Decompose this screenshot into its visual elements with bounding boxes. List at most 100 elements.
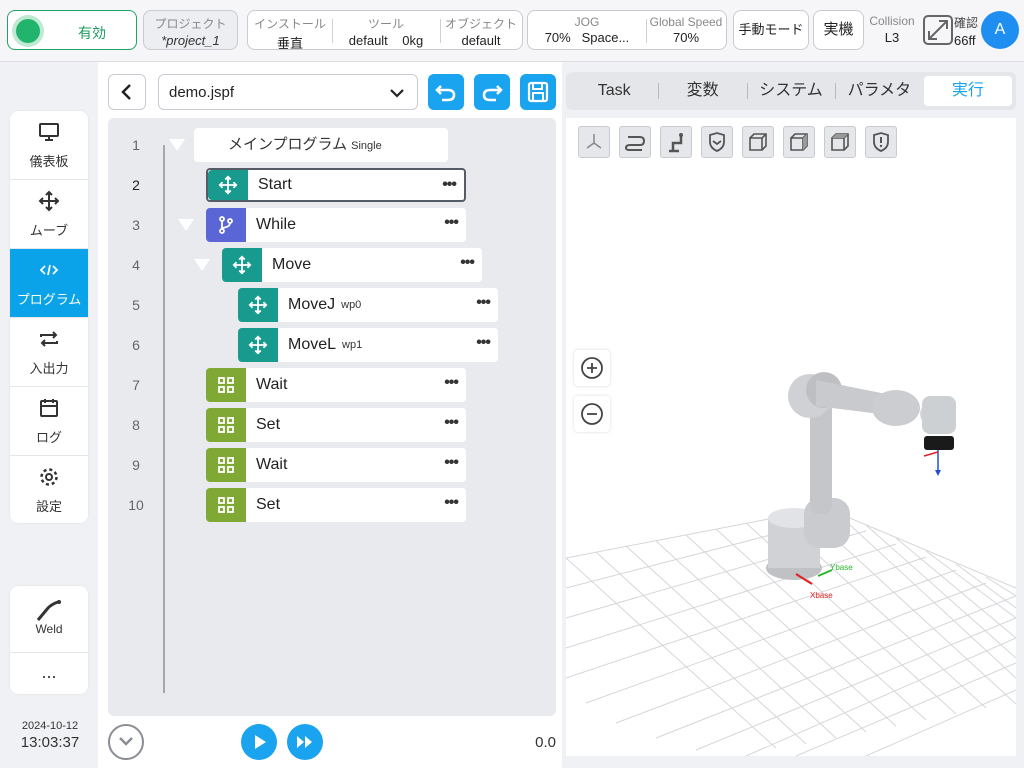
tool-label: ツール	[367, 17, 404, 31]
more-options-icon[interactable]: •••	[444, 374, 459, 392]
nav-item-dashboard[interactable]: 儀表板	[10, 111, 88, 180]
redo-button[interactable]	[474, 74, 510, 110]
file-select[interactable]: demo.jspf	[158, 74, 418, 110]
more-options-icon[interactable]: •••	[444, 494, 459, 512]
jog-value: 70% Space...	[528, 30, 646, 45]
line-number: 8	[132, 417, 140, 433]
view-iso-button[interactable]	[578, 126, 610, 158]
node-movej[interactable]: MoveJ wp0 •••	[238, 288, 498, 322]
nav-label: 設定	[35, 499, 62, 514]
more-options-icon[interactable]: •••	[476, 334, 491, 352]
tool-cell[interactable]: ツール default 0kg	[332, 11, 440, 49]
robot-lower-arm	[810, 386, 832, 514]
weld-label: Weld	[35, 622, 63, 636]
step-button[interactable]	[287, 724, 323, 760]
object-cell[interactable]: オブジェクト default	[440, 11, 522, 49]
node-label: Wait	[256, 456, 288, 473]
node-wait[interactable]: Wait •••	[206, 448, 466, 482]
view-front-button[interactable]	[742, 126, 774, 158]
node-movel[interactable]: MoveL wp1 •••	[238, 328, 498, 362]
enable-toggle[interactable]: 有効	[7, 10, 137, 50]
view-robot-button[interactable]	[660, 126, 692, 158]
tab-variables[interactable]: 変数	[658, 76, 746, 106]
view-safety-button[interactable]	[865, 126, 897, 158]
play-button[interactable]	[241, 724, 277, 760]
jog-cell[interactable]: JOG 70% Space...	[528, 11, 646, 49]
line-number: 1	[132, 137, 140, 153]
3d-viewport[interactable]: Xbase Ybase	[566, 118, 1016, 756]
tree-row: 4 Move •••	[108, 248, 556, 282]
view-top-button[interactable]	[824, 126, 856, 158]
node-set[interactable]: Set •••	[206, 488, 466, 522]
node-label: While	[256, 216, 297, 233]
main-program-node[interactable]: メインプログラム Single	[194, 128, 448, 162]
node-while[interactable]: While •••	[206, 208, 466, 242]
nav-item-move[interactable]: ムーブ	[10, 180, 88, 249]
view-side-button[interactable]	[783, 126, 815, 158]
project-label: プロジェクト	[154, 17, 227, 31]
nav-item-settings[interactable]: 設定	[10, 456, 88, 523]
nav-item-log[interactable]: ログ	[10, 387, 88, 456]
zoom-out-button[interactable]	[574, 396, 610, 432]
tab-parameters[interactable]: パラメタ	[835, 76, 923, 106]
branch-icon	[206, 208, 246, 242]
chevron-down-circle-icon	[119, 737, 133, 746]
expand-icon[interactable]	[923, 15, 953, 45]
tree-row: 9 Wait •••	[108, 448, 556, 482]
collapse-caret-icon[interactable]	[194, 259, 210, 271]
tree-row: 1 メインプログラム Single	[108, 128, 556, 162]
node-label: Set	[256, 416, 281, 433]
undo-button[interactable]	[428, 74, 464, 110]
confirm-label: 確認	[954, 16, 979, 30]
jog-speed-group[interactable]: JOG 70% Space... Global Speed 70%	[527, 10, 727, 50]
node-set[interactable]: Set •••	[206, 408, 466, 442]
node-start[interactable]: Start •••	[206, 168, 466, 202]
confirm-info: 確認 66ff	[954, 14, 984, 48]
nav-item-io[interactable]: 入出力	[10, 318, 88, 387]
object-label: オブジェクト	[444, 17, 517, 31]
collapse-caret-icon[interactable]	[178, 219, 194, 231]
jog-percent: 70%	[544, 30, 571, 45]
nav-item-program[interactable]: プログラム	[10, 249, 88, 318]
view-path-button[interactable]	[619, 126, 651, 158]
tab-system[interactable]: システム	[746, 76, 835, 106]
node-label: MoveL	[288, 336, 337, 353]
global-speed-cell[interactable]: Global Speed 70%	[646, 11, 726, 49]
waypoint-label: wp1	[342, 339, 363, 351]
install-tool-object-group[interactable]: インストール 垂直 ツール default 0kg オブジェクト default	[247, 10, 523, 51]
view-shield-button[interactable]	[701, 126, 733, 158]
project-selector[interactable]: プロジェクト *project_1	[143, 10, 238, 50]
tree-row: 5 MoveJ wp0 •••	[108, 288, 556, 322]
fast-forward-icon	[297, 736, 312, 748]
scroll-down-button[interactable]	[108, 724, 144, 760]
node-wait[interactable]: Wait •••	[206, 368, 466, 402]
back-button[interactable]	[108, 74, 146, 110]
more-options-icon[interactable]: •••	[444, 214, 459, 232]
manual-mode-button[interactable]: 手動モード	[733, 10, 809, 50]
tab-run[interactable]: 実行	[923, 76, 1013, 106]
collision-label: Collision	[869, 14, 915, 28]
file-name: demo.jspf	[169, 84, 235, 101]
weld-button[interactable]: Weld	[10, 586, 88, 653]
zoom-in-icon	[581, 357, 603, 379]
more-options-icon[interactable]: •••	[444, 414, 459, 432]
tree-row: 3 While •••	[108, 208, 556, 242]
tree-row: 6 MoveL wp1 •••	[108, 328, 556, 362]
install-cell[interactable]: インストール 垂直	[248, 11, 332, 51]
more-options-icon[interactable]: •••	[444, 454, 459, 472]
collapse-caret-icon[interactable]	[169, 139, 185, 151]
collision-level[interactable]: Collision L3	[868, 14, 916, 45]
save-button[interactable]	[520, 74, 556, 110]
real-machine-button[interactable]: 実機	[813, 10, 864, 50]
more-nav-button[interactable]: ...	[10, 653, 88, 691]
speed-value: 0.0	[535, 734, 556, 751]
node-move[interactable]: Move •••	[222, 248, 482, 282]
more-options-icon[interactable]: •••	[442, 176, 457, 194]
gear-icon	[10, 456, 88, 492]
tab-task[interactable]: Task	[570, 76, 658, 106]
user-avatar[interactable]: A	[981, 11, 1019, 49]
tab-bar: Task 変数 システム パラメタ 実行	[566, 72, 1016, 110]
more-options-icon[interactable]: •••	[476, 294, 491, 312]
zoom-in-button[interactable]	[574, 350, 610, 386]
more-options-icon[interactable]: •••	[460, 254, 475, 272]
